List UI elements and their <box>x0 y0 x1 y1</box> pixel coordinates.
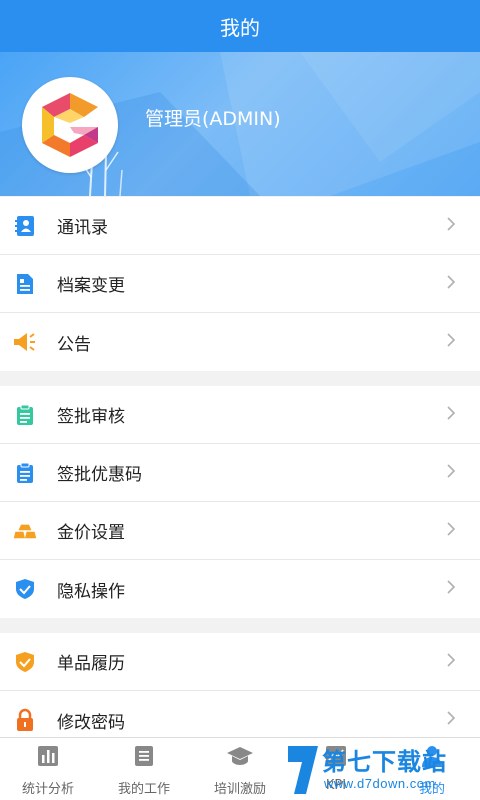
menu-item-label: 签批审核 <box>57 407 125 427</box>
watermark-logo-icon <box>288 746 318 794</box>
gold-bars-icon <box>13 519 37 543</box>
menu-item-label: 单品履历 <box>57 654 125 674</box>
document-icon <box>13 272 37 296</box>
menu-group-1: 通讯录 档案变更 公告 <box>0 197 480 371</box>
lock-icon <box>13 708 37 732</box>
chevron-right-icon <box>446 579 456 599</box>
chevron-right-icon <box>446 274 456 294</box>
menu-group-3: 单品履历 修改密码 <box>0 633 480 737</box>
watermark: 第七下载站 www.d7down.com <box>284 740 480 800</box>
menu-item-label: 档案变更 <box>57 276 125 296</box>
app-logo-icon <box>42 93 98 157</box>
tab-label: 我的工作 <box>117 782 170 797</box>
chevron-right-icon <box>446 521 456 541</box>
menu-item-label: 金价设置 <box>57 523 125 543</box>
menu-item-contacts[interactable]: 通讯录 <box>0 197 480 255</box>
menu-item-label: 签批优惠码 <box>57 465 142 485</box>
menu-item-label: 公告 <box>57 334 91 355</box>
profile-banner: 管理员(ADMIN) <box>0 52 480 196</box>
contacts-icon <box>13 214 37 238</box>
chevron-right-icon <box>446 652 456 672</box>
menu-item-gold-price[interactable]: 金价设置 <box>0 502 480 560</box>
chevron-right-icon <box>446 332 456 352</box>
chevron-right-icon <box>446 405 456 425</box>
menu-item-approval-coupon[interactable]: 签批优惠码 <box>0 444 480 502</box>
chevron-right-icon <box>446 463 456 483</box>
graduation-cap-icon <box>226 744 254 772</box>
tab-label: 培训激励 <box>213 782 266 797</box>
shield-check-icon <box>13 577 37 601</box>
list-icon <box>132 744 156 772</box>
tab-training[interactable]: 培训激励 <box>192 738 288 800</box>
menu-item-product-history[interactable]: 单品履历 <box>0 633 480 691</box>
menu-item-label: 隐私操作 <box>57 581 125 602</box>
menu-item-approval-review[interactable]: 签批审核 <box>0 386 480 444</box>
clipboard-icon <box>13 461 37 485</box>
menu-item-change-password[interactable]: 修改密码 <box>0 691 480 737</box>
avatar[interactable] <box>22 77 118 173</box>
chevron-right-icon <box>446 710 456 730</box>
watermark-text: 第七下载站 <box>322 748 447 776</box>
profile-name: 管理员(ADMIN) <box>145 108 281 130</box>
menu-item-label: 通讯录 <box>57 218 108 238</box>
watermark-url: www.d7down.com <box>324 776 436 791</box>
tab-label: 统计分析 <box>21 782 74 797</box>
page-title: 我的 <box>0 0 480 52</box>
menu-group-2: 签批审核 签批优惠码 金价设置 隐私操作 <box>0 386 480 618</box>
megaphone-icon <box>13 330 37 354</box>
menu-item-announcement[interactable]: 公告 <box>0 313 480 371</box>
tab-statistics[interactable]: 统计分析 <box>0 738 96 800</box>
tab-my-work[interactable]: 我的工作 <box>96 738 192 800</box>
clipboard-icon <box>13 403 37 427</box>
menu-item-label: 修改密码 <box>57 712 125 733</box>
menu-item-privacy[interactable]: 隐私操作 <box>0 560 480 618</box>
chevron-right-icon <box>446 216 456 236</box>
bar-chart-icon <box>36 744 60 772</box>
menu-item-archive-change[interactable]: 档案变更 <box>0 255 480 313</box>
shield-check-icon <box>13 650 37 674</box>
